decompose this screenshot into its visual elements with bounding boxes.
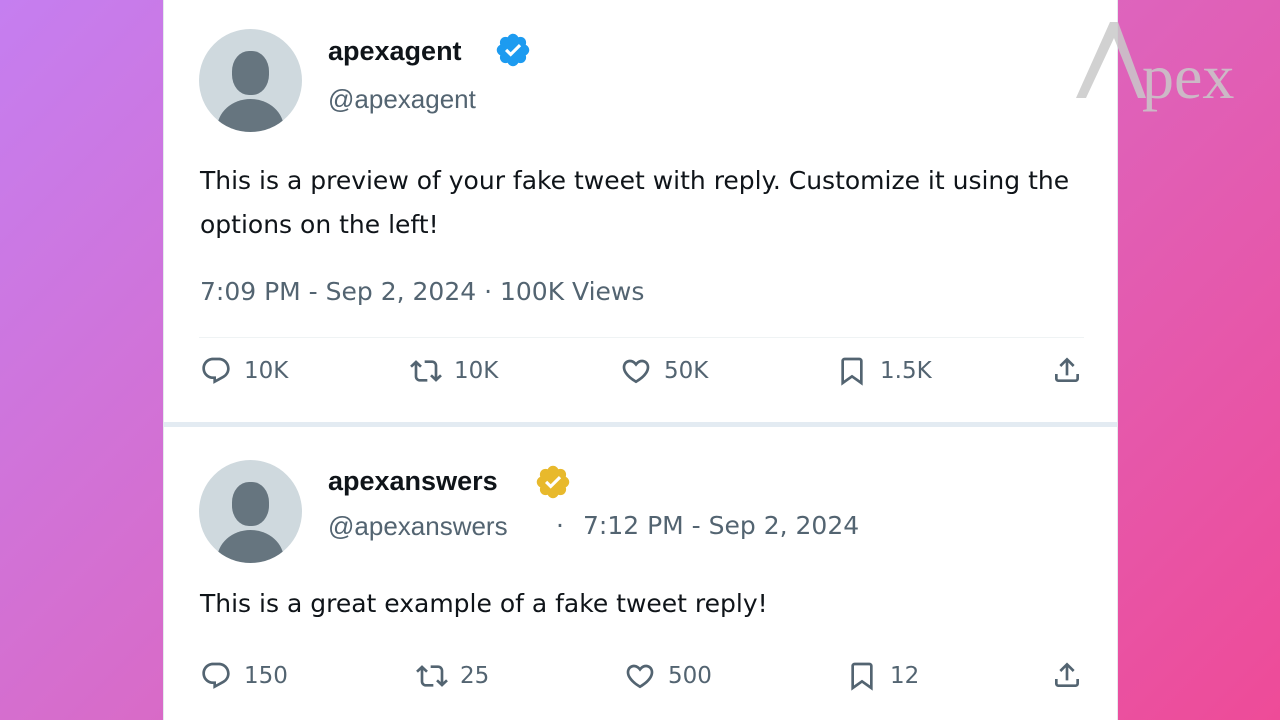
avatar-body (217, 530, 284, 563)
reply-button[interactable]: 150 (200, 660, 288, 692)
retweet-icon (410, 360, 442, 382)
bookmark-button[interactable]: 12 (846, 660, 919, 692)
apex-logo-watermark: pex (1076, 22, 1234, 112)
reply-icon (202, 662, 230, 689)
verified-badge-icon (496, 33, 530, 67)
bookmark-count: 1.5K (880, 358, 932, 384)
avatar-head (232, 482, 269, 526)
share-button[interactable] (1051, 659, 1083, 691)
main-tweet: apexagent @apexagent This is a preview o… (164, 0, 1117, 422)
view-count[interactable]: 100K Views (500, 277, 644, 306)
meta-separator: · (476, 277, 500, 306)
heart-icon (622, 359, 650, 384)
avatar-head (232, 51, 269, 95)
display-name[interactable]: apexagent (328, 36, 462, 67)
handle[interactable]: @apexagent (328, 84, 476, 115)
reply-tweet: apexanswers @apexanswers · 7:12 PM - Sep… (164, 427, 1117, 720)
reply-icon (202, 357, 230, 384)
reply-count: 150 (244, 663, 288, 689)
tweet-card: apexagent @apexagent This is a preview o… (163, 0, 1118, 720)
tweet-meta: 7:09 PM - Sep 2, 2024 · 100K Views (200, 277, 644, 306)
like-button[interactable]: 500 (624, 660, 712, 692)
heart-icon (626, 664, 654, 689)
handle[interactable]: @apexanswers (328, 511, 508, 542)
like-count: 50K (664, 358, 709, 384)
reply-button[interactable]: 10K (200, 355, 288, 387)
divider (199, 337, 1084, 338)
bookmark-button[interactable]: 1.5K (836, 355, 932, 387)
retweet-count: 10K (454, 358, 499, 384)
bookmark-icon (841, 357, 863, 386)
reply-timestamp[interactable]: 7:12 PM - Sep 2, 2024 (583, 511, 859, 540)
display-name[interactable]: apexanswers (328, 466, 498, 497)
meta-separator: · (556, 511, 564, 540)
retweet-icon (416, 665, 448, 687)
share-icon (1055, 357, 1079, 382)
like-button[interactable]: 50K (620, 355, 708, 387)
svg-text:pex: pex (1142, 41, 1234, 112)
bookmark-icon (851, 662, 873, 691)
avatar[interactable] (199, 29, 302, 132)
bookmark-count: 12 (890, 663, 920, 689)
like-count: 500 (668, 663, 712, 689)
reply-count: 10K (244, 358, 289, 384)
retweet-button[interactable]: 10K (410, 355, 498, 387)
retweet-button[interactable]: 25 (416, 660, 489, 692)
tweet-timestamp[interactable]: 7:09 PM - Sep 2, 2024 (200, 277, 476, 306)
retweet-count: 25 (460, 663, 490, 689)
gold-verified-badge-icon (536, 465, 570, 499)
avatar-body (217, 99, 284, 132)
share-button[interactable] (1051, 354, 1083, 386)
tweet-text: This is a preview of your fake tweet wit… (200, 166, 1070, 239)
reply-text: This is a great example of a fake tweet … (200, 589, 768, 618)
avatar[interactable] (199, 460, 302, 563)
share-icon (1055, 662, 1079, 687)
